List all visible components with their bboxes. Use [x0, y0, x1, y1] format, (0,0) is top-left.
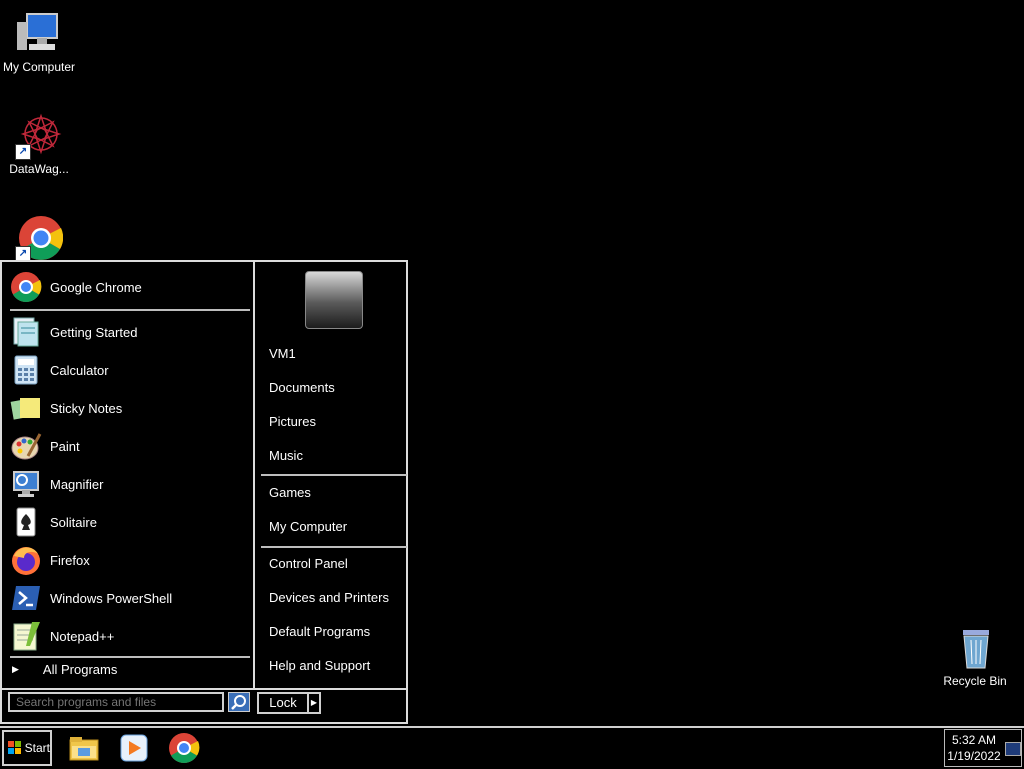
start-item-firefox[interactable]: Firefox: [10, 542, 248, 578]
start-menu: Google Chrome Getting Started Calculator…: [0, 260, 408, 724]
start-item-getting-started[interactable]: Getting Started: [10, 314, 248, 350]
start-button-label: Start: [24, 741, 50, 755]
solitaire-icon: [10, 506, 42, 538]
lock-button[interactable]: Lock: [257, 692, 309, 714]
clock-date: 1/19/2022: [947, 749, 1001, 763]
start-item-calculator[interactable]: Calculator: [10, 352, 248, 388]
firefox-icon: [10, 544, 42, 576]
show-desktop-button[interactable]: [1005, 742, 1021, 756]
start-item-notepad-plus-plus[interactable]: Notepad++: [10, 618, 248, 654]
windows-logo-icon: [8, 741, 21, 754]
place-my-computer[interactable]: My Computer: [269, 517, 347, 537]
place-vm1[interactable]: VM1: [269, 344, 296, 364]
place-default-programs[interactable]: Default Programs: [269, 622, 370, 642]
desktop-icon-recycle-bin[interactable]: Recycle Bin: [936, 624, 1014, 688]
start-item-windows-powershell[interactable]: Windows PowerShell: [10, 580, 248, 616]
shutdown-options-button[interactable]: ▶: [309, 692, 321, 714]
start-item-solitaire[interactable]: Solitaire: [10, 504, 248, 540]
sticky-notes-icon: [10, 392, 42, 424]
separator: [10, 309, 250, 311]
triangle-right-icon: ▶: [310, 698, 318, 707]
start-menu-programs-pane: Google Chrome Getting Started Calculator…: [2, 262, 255, 688]
triangle-right-icon: ▶: [12, 664, 19, 674]
recycle-bin-icon: [951, 624, 999, 672]
clock-time: 5:32 AM: [951, 733, 997, 747]
place-documents[interactable]: Documents: [269, 378, 335, 398]
start-item-label: Magnifier: [50, 476, 104, 492]
all-programs-label: All Programs: [42, 662, 118, 677]
start-item-google-chrome[interactable]: Google Chrome: [10, 269, 248, 305]
place-control-panel[interactable]: Control Panel: [269, 554, 348, 574]
paint-icon: [10, 430, 42, 462]
start-item-label: Windows PowerShell: [50, 590, 173, 606]
chrome-icon: [169, 733, 200, 764]
search-button[interactable]: [228, 692, 250, 712]
all-programs-button[interactable]: ▶ All Programs: [12, 662, 117, 677]
start-item-label: Getting Started: [50, 324, 138, 340]
chrome-icon: ↗: [15, 214, 64, 262]
place-pictures[interactable]: Pictures: [269, 412, 316, 432]
computer-icon: [15, 10, 63, 58]
taskbar-media-player[interactable]: [118, 732, 150, 764]
desktop-icon-label: DataWag...: [9, 162, 69, 176]
start-item-sticky-notes[interactable]: Sticky Notes: [10, 390, 248, 426]
taskbar-chrome[interactable]: [168, 732, 200, 764]
shortcut-arrow-icon: ↗: [15, 144, 31, 160]
desktop-icon-label: Recycle Bin: [943, 674, 1007, 688]
start-button[interactable]: Start: [2, 730, 52, 766]
datawag-icon: ↗: [15, 112, 63, 160]
clock[interactable]: 5:32 AM 1/19/2022: [945, 732, 1003, 764]
notepadpp-icon: [10, 620, 42, 652]
taskbar: Start 5:32 AM 1/19/2022: [0, 726, 1024, 768]
file-explorer-icon: [69, 737, 99, 761]
start-item-label: Solitaire: [50, 514, 97, 530]
start-item-label: Paint: [50, 438, 80, 454]
start-menu-places-pane: VM1 Documents Pictures Music Games My Co…: [257, 262, 407, 688]
desktop-icon-datawag[interactable]: ↗ DataWag...: [0, 112, 78, 176]
place-help-and-support[interactable]: Help and Support: [269, 656, 370, 676]
place-devices-and-printers[interactable]: Devices and Printers: [269, 588, 389, 608]
search-icon: [231, 695, 246, 710]
powershell-icon: [10, 582, 42, 614]
media-player-icon: [120, 734, 148, 762]
place-music[interactable]: Music: [269, 446, 303, 466]
place-games[interactable]: Games: [269, 483, 311, 503]
start-item-label: Google Chrome: [50, 279, 142, 295]
start-item-label: Calculator: [50, 362, 109, 378]
start-item-label: Firefox: [50, 552, 90, 568]
separator: [261, 546, 407, 548]
desktop-icon-label: My Computer: [2, 60, 76, 74]
taskbar-file-explorer[interactable]: [68, 732, 100, 764]
start-item-label: Notepad++: [50, 628, 115, 644]
start-item-label: Sticky Notes: [50, 400, 123, 416]
desktop-icon-my-computer[interactable]: My Computer: [0, 10, 78, 74]
magnifier-icon: [10, 468, 42, 500]
getting-started-icon: [10, 316, 42, 348]
search-input[interactable]: [8, 692, 224, 712]
start-item-magnifier[interactable]: Magnifier: [10, 466, 248, 502]
system-tray: 5:32 AM 1/19/2022: [944, 729, 1022, 767]
start-item-paint[interactable]: Paint: [10, 428, 248, 464]
chrome-icon: [10, 271, 42, 303]
calculator-icon: [10, 354, 42, 386]
desktop-icon-chrome[interactable]: ↗: [0, 214, 78, 264]
separator: [10, 656, 250, 658]
start-menu-bottom-bar: Lock ▶: [2, 688, 406, 722]
user-picture[interactable]: [305, 271, 363, 329]
separator: [261, 474, 407, 476]
